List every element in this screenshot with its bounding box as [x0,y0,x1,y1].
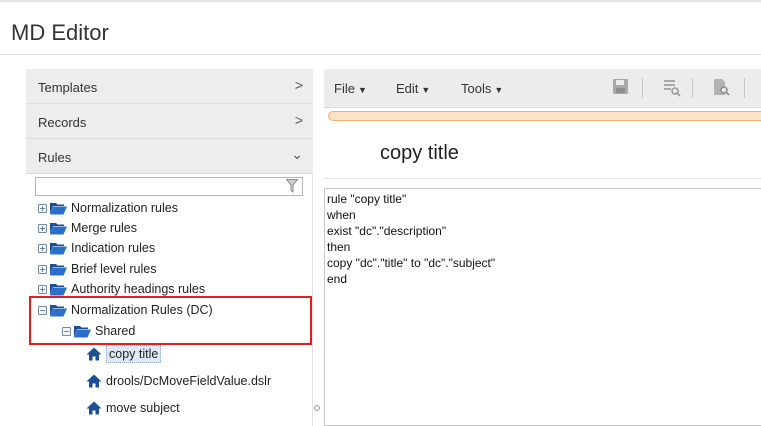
expand-icon[interactable]: + [38,243,47,253]
home-icon [86,347,102,361]
title-divider [324,178,761,179]
expand-icon[interactable]: + [38,223,47,233]
tree-leaf-label: copy title [106,345,162,363]
menu-label: Tools [461,81,492,96]
code-line: rule "copy title" [327,192,407,206]
sidebar: Templates > Records > Rules ⌄ + Normaliz… [26,69,320,426]
chevron-right-icon: > [294,112,303,128]
header-divider [0,54,761,55]
save-icon[interactable] [612,78,629,95]
folder-open-icon [50,202,67,214]
expand-icon[interactable]: + [38,264,47,274]
folder-open-icon [50,263,67,275]
code-line: then [327,240,351,254]
tree-leaf-copy-title[interactable]: copy title [86,344,162,364]
tree-node-label: Merge rules [71,221,137,235]
scroll-handle[interactable] [314,405,320,411]
filter-icon[interactable] [286,179,298,193]
tree-leaf-dslr[interactable]: drools/DcMoveFieldValue.dslr [86,371,271,391]
tree-leaf-move-subject[interactable]: move subject [86,398,180,418]
tree-leaf-label: move subject [106,401,180,415]
tree-search-input[interactable] [35,177,303,196]
editor-toolbar: File ▼ Edit ▼ Tools ▼ [324,69,761,108]
chevron-right-icon: > [294,77,303,93]
caret-down-icon: ▼ [421,85,431,95]
code-line: end [327,272,348,286]
menu-file[interactable]: File ▼ [334,81,367,96]
accordion-templates[interactable]: Templates > [26,69,313,104]
accordion-rules[interactable]: Rules ⌄ [26,139,313,174]
preview-icon[interactable] [712,78,731,97]
toolbar-divider [744,78,745,98]
folder-open-icon [50,222,67,234]
code-line: when [327,208,356,222]
menu-edit[interactable]: Edit ▼ [396,81,430,96]
toolbar-divider [692,78,693,98]
page-title: MD Editor [11,20,109,45]
accordion-label: Records [38,115,87,130]
home-icon [86,401,102,415]
rule-code-editor[interactable]: rule "copy title" when exist "dc"."descr… [324,188,761,426]
expand-icon[interactable]: + [38,203,47,213]
menu-tools[interactable]: Tools ▼ [461,81,503,96]
tree-node-label: Authority headings rules [71,282,206,296]
menu-label: File [334,81,355,96]
highlight-box [29,296,312,345]
top-rule [0,0,761,2]
caret-down-icon: ▼ [357,85,367,95]
accordion-label: Templates [38,80,98,95]
folder-open-icon [50,283,67,295]
accordion-records[interactable]: Records > [26,104,313,139]
expand-icon[interactable]: + [38,284,47,294]
document-title: copy title [380,142,459,164]
home-icon [86,374,102,388]
tree-node[interactable]: + Merge rules [38,219,137,237]
tree-node[interactable]: + Normalization rules [38,199,178,217]
code-line: exist "dc"."description" [327,224,447,238]
code-line: copy "dc"."title" to "dc"."subject" [327,256,496,270]
tree-leaf-label: drools/DcMoveFieldValue.dslr [106,374,272,388]
accordion-label: Rules [38,150,72,165]
menu-label: Edit [396,81,419,96]
validate-icon[interactable] [662,78,681,97]
progress-bar [328,111,761,121]
folder-open-icon [50,242,67,254]
toolbar-divider [642,78,643,98]
tree-node[interactable]: + Brief level rules [38,260,156,278]
tree-node[interactable]: + Indication rules [38,239,155,257]
tree-node-label: Indication rules [71,241,156,255]
tree-node-label: Brief level rules [71,262,157,276]
tree-node-label: Normalization rules [71,201,178,215]
caret-down-icon: ▼ [494,85,504,95]
chevron-down-icon: ⌄ [291,146,303,162]
